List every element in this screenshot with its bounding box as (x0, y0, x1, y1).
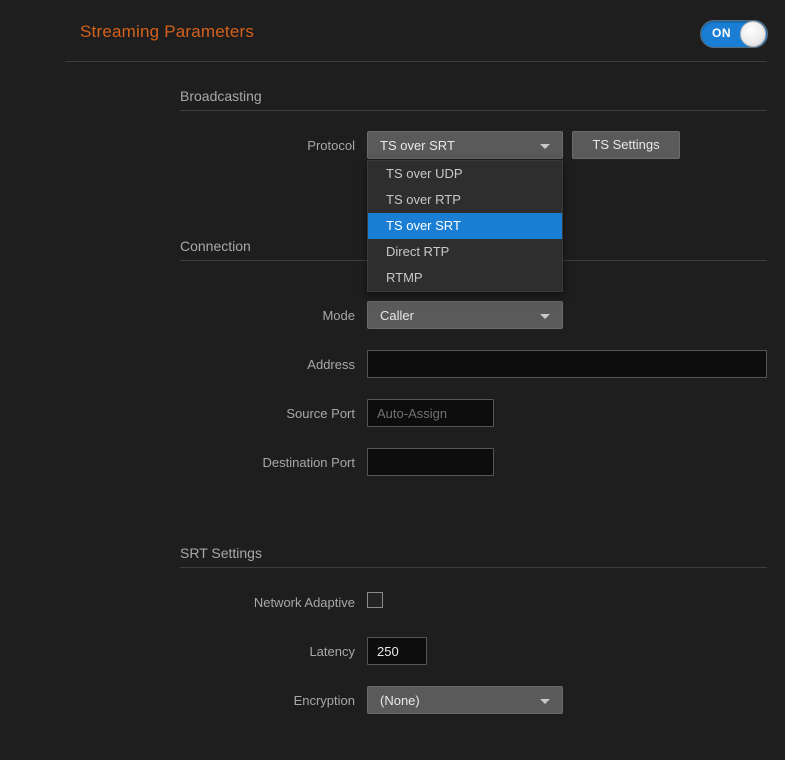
toggle-state-label: ON (712, 26, 731, 40)
row-latency: Latency 250 (0, 637, 785, 667)
latency-input[interactable]: 250 (367, 637, 427, 665)
ts-settings-button-label: TS Settings (573, 132, 679, 158)
section-divider-broadcasting (180, 110, 767, 111)
row-encryption: Encryption (None) (0, 686, 785, 716)
section-title-connection: Connection (180, 238, 251, 254)
row-address: Address (0, 350, 785, 380)
network-adaptive-checkbox[interactable] (367, 592, 383, 608)
dropdown-option-direct-rtp[interactable]: Direct RTP (368, 239, 562, 265)
row-source-port: Source Port Auto-Assign (0, 399, 785, 429)
destination-port-input[interactable] (367, 448, 494, 476)
row-mode: Mode Caller (0, 301, 785, 331)
dropdown-option-rtmp[interactable]: RTMP (368, 265, 562, 291)
source-port-placeholder: Auto-Assign (377, 400, 447, 427)
chevron-down-icon (540, 699, 550, 704)
chevron-down-icon (540, 314, 550, 319)
source-port-input[interactable]: Auto-Assign (367, 399, 494, 427)
dropdown-option-ts-over-udp[interactable]: TS over UDP (368, 161, 562, 187)
network-adaptive-label: Network Adaptive (0, 588, 355, 618)
ts-settings-button[interactable]: TS Settings (572, 131, 680, 159)
row-destination-port: Destination Port (0, 448, 785, 478)
header-divider (65, 61, 767, 62)
address-input[interactable] (367, 350, 767, 378)
section-title-srt-settings: SRT Settings (180, 545, 262, 561)
protocol-select[interactable]: TS over SRT (367, 131, 563, 159)
streaming-parameters-page: Streaming Parameters ON Broadcasting Pro… (0, 0, 785, 760)
section-title-broadcasting: Broadcasting (180, 88, 262, 104)
source-port-label: Source Port (0, 399, 355, 429)
protocol-select-value: TS over SRT (380, 132, 455, 160)
latency-input-value: 250 (377, 638, 399, 665)
toggle-knob[interactable] (740, 21, 766, 47)
page-header: Streaming Parameters ON (0, 0, 785, 62)
address-label: Address (0, 350, 355, 380)
dropdown-option-ts-over-srt[interactable]: TS over SRT (368, 213, 562, 239)
streaming-enable-toggle[interactable]: ON (700, 20, 768, 48)
mode-label: Mode (0, 301, 355, 331)
chevron-down-icon (540, 144, 550, 149)
row-network-adaptive: Network Adaptive (0, 588, 785, 618)
protocol-label: Protocol (0, 131, 355, 161)
encryption-select[interactable]: (None) (367, 686, 563, 714)
latency-label: Latency (0, 637, 355, 667)
dropdown-option-ts-over-rtp[interactable]: TS over RTP (368, 187, 562, 213)
protocol-dropdown-list[interactable]: TS over UDP TS over RTP TS over SRT Dire… (367, 160, 563, 292)
page-title: Streaming Parameters (80, 22, 254, 42)
row-protocol: Protocol TS over SRT TS Settings (0, 131, 785, 161)
mode-select-value: Caller (380, 302, 414, 330)
mode-select[interactable]: Caller (367, 301, 563, 329)
encryption-select-value: (None) (380, 687, 420, 715)
section-divider-srt-settings (180, 567, 767, 568)
encryption-label: Encryption (0, 686, 355, 716)
destination-port-label: Destination Port (0, 448, 355, 478)
